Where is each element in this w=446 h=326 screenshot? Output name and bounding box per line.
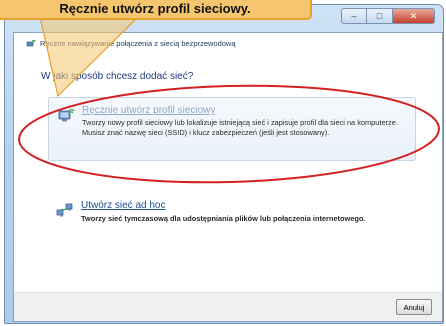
wizard-window: – □ ✕ Ręczne nawiązywanie połączenia z s… bbox=[4, 4, 444, 324]
wizard-footer: Anuluj bbox=[14, 292, 442, 321]
option-manual-profile-description: Tworzy nowy profil sieciowy lub lokalizu… bbox=[82, 118, 398, 137]
option-adhoc-network[interactable]: Utwórz sieć ad hoc Tworzy sieć tymczasow… bbox=[48, 196, 428, 232]
network-computer-icon bbox=[57, 108, 75, 124]
minimize-button[interactable]: – bbox=[341, 8, 367, 24]
close-icon: ✕ bbox=[409, 10, 418, 21]
close-button[interactable]: ✕ bbox=[393, 8, 435, 24]
question-heading: W jaki sposób chcesz dodać sieć? bbox=[41, 71, 194, 82]
cancel-button[interactable]: Anuluj bbox=[396, 299, 432, 315]
adhoc-network-icon bbox=[56, 202, 74, 218]
wizard-content: Ręczne nawiązywanie połączenia z siecią … bbox=[13, 32, 443, 322]
callout-label: Ręcznie utwórz profil sieciowy. bbox=[0, 0, 312, 20]
wireless-network-icon bbox=[26, 38, 36, 48]
maximize-icon: □ bbox=[376, 10, 383, 21]
maximize-button[interactable]: □ bbox=[367, 8, 393, 24]
option-adhoc-network-description: Tworzy sieć tymczasową dla udostępniania… bbox=[81, 214, 366, 223]
option-manual-profile-title: Ręcznie utwórz profil sieciowy bbox=[82, 105, 216, 116]
option-manual-profile[interactable]: Ręcznie utwórz profil sieciowy Tworzy no… bbox=[48, 97, 416, 161]
option-adhoc-network-title: Utwórz sieć ad hoc bbox=[81, 200, 166, 211]
caption-buttons: – □ ✕ bbox=[341, 8, 435, 24]
wizard-title: Ręczne nawiązywanie połączenia z siecią … bbox=[40, 38, 236, 48]
minimize-icon: – bbox=[351, 10, 357, 21]
wizard-header: Ręczne nawiązywanie połączenia z siecią … bbox=[14, 33, 442, 53]
